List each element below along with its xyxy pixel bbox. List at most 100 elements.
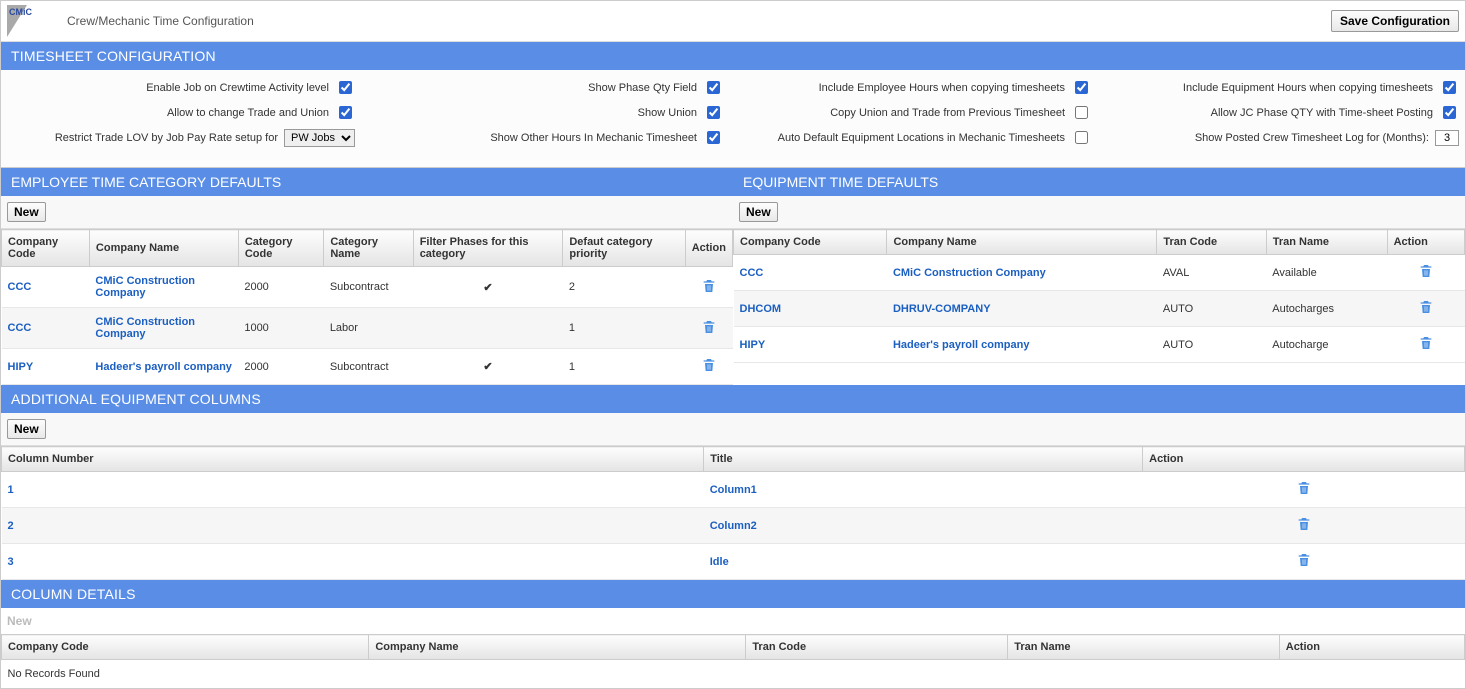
timesheet-config-panel: Enable Job on Crewtime Activity level Sh… <box>1 70 1465 168</box>
company-code-link[interactable]: CCC <box>8 322 32 334</box>
input-show-posted-log-months[interactable] <box>1435 130 1459 146</box>
checkbox-show-other-hours[interactable] <box>707 131 720 144</box>
tran-name-cell: Autocharges <box>1266 291 1387 327</box>
trash-icon[interactable] <box>1418 335 1434 354</box>
label-show-union: Show Union <box>638 107 697 119</box>
category-code-cell: 1000 <box>238 308 323 349</box>
trash-icon[interactable] <box>1296 552 1312 571</box>
priority-cell: 1 <box>563 308 685 349</box>
company-name-link[interactable]: Hadeer's payroll company <box>95 361 232 373</box>
col-category-code[interactable]: Category Code <box>238 230 323 267</box>
col-column-title[interactable]: Title <box>704 447 1143 472</box>
priority-cell: 1 <box>563 349 685 385</box>
tran-code-cell: AUTO <box>1157 327 1266 363</box>
trash-icon[interactable] <box>1296 516 1312 535</box>
category-name-cell: Subcontract <box>324 267 413 308</box>
checkbox-include-eq-hours[interactable] <box>1443 81 1456 94</box>
checkbox-allow-change-trade[interactable] <box>339 106 352 119</box>
category-code-cell: 2000 <box>238 267 323 308</box>
col-category-name[interactable]: Category Name <box>324 230 413 267</box>
tran-name-cell: Available <box>1266 255 1387 291</box>
label-enable-job-activity: Enable Job on Crewtime Activity level <box>146 82 329 94</box>
company-code-link[interactable]: HIPY <box>740 339 766 351</box>
col-company-code[interactable]: Company Code <box>2 230 90 267</box>
section-equipment-defaults: EQUIPMENT TIME DEFAULTS <box>733 168 1465 196</box>
label-auto-default-eq-loc: Auto Default Equipment Locations in Mech… <box>778 132 1065 144</box>
col-cd-tran-name[interactable]: Tran Name <box>1008 635 1280 660</box>
column-number-link[interactable]: 1 <box>8 484 14 496</box>
column-title-link[interactable]: Column1 <box>710 484 757 496</box>
company-name-link[interactable]: CMiC Construction Company <box>95 316 195 340</box>
col-cd-company-name[interactable]: Company Name <box>369 635 746 660</box>
col-eq-action[interactable]: Action <box>1387 230 1464 255</box>
table-row: 3 Idle <box>2 544 1465 580</box>
trash-icon[interactable] <box>701 278 717 297</box>
col-cd-company-code[interactable]: Company Code <box>2 635 369 660</box>
checkbox-include-emp-hours[interactable] <box>1075 81 1088 94</box>
tran-code-cell: AVAL <box>1157 255 1266 291</box>
company-name-link[interactable]: DHRUV-COMPANY <box>893 303 991 315</box>
label-include-emp-hours: Include Employee Hours when copying time… <box>819 82 1065 94</box>
col-cd-tran-code[interactable]: Tran Code <box>746 635 1008 660</box>
checkbox-show-phase-qty[interactable] <box>707 81 720 94</box>
col-column-action[interactable]: Action <box>1143 447 1465 472</box>
new-employee-default-button[interactable]: New <box>7 202 46 222</box>
split-header: EMPLOYEE TIME CATEGORY DEFAULTS EQUIPMEN… <box>1 168 1465 196</box>
company-code-link[interactable]: CCC <box>8 281 32 293</box>
section-column-details: COLUMN DETAILS <box>1 580 1465 608</box>
column-number-link[interactable]: 2 <box>8 520 14 532</box>
col-filter-phases[interactable]: Filter Phases for this category <box>413 230 563 267</box>
column-details-table: Company Code Company Name Tran Code Tran… <box>1 634 1465 688</box>
trash-icon[interactable] <box>1418 263 1434 282</box>
column-title-link[interactable]: Idle <box>710 556 729 568</box>
equipment-defaults-table: Company Code Company Name Tran Code Tran… <box>733 229 1465 363</box>
col-tran-name[interactable]: Tran Name <box>1266 230 1387 255</box>
check-icon <box>483 282 492 294</box>
company-code-link[interactable]: CCC <box>740 267 764 279</box>
filter-phases-cell <box>413 267 563 308</box>
section-additional-equipment: ADDITIONAL EQUIPMENT COLUMNS <box>1 385 1465 413</box>
new-equipment-default-button[interactable]: New <box>739 202 778 222</box>
checkbox-auto-default-eq-loc[interactable] <box>1075 131 1088 144</box>
save-configuration-button[interactable]: Save Configuration <box>1331 10 1459 32</box>
col-action[interactable]: Action <box>685 230 732 267</box>
trash-icon[interactable] <box>1296 480 1312 499</box>
table-row: 2 Column2 <box>2 508 1465 544</box>
section-employee-defaults: EMPLOYEE TIME CATEGORY DEFAULTS <box>1 168 733 196</box>
category-name-cell: Labor <box>324 308 413 349</box>
col-eq-company-code[interactable]: Company Code <box>734 230 887 255</box>
col-default-priority[interactable]: Defaut category priority <box>563 230 685 267</box>
checkbox-allow-jc-phase[interactable] <box>1443 106 1456 119</box>
page-title: Crew/Mechanic Time Configuration <box>67 14 254 28</box>
additional-columns-table: Column Number Title Action 1 Column1 2 Colu… <box>1 446 1465 580</box>
label-allow-change-trade: Allow to change Trade and Union <box>167 107 329 119</box>
checkbox-copy-union-trade[interactable] <box>1075 106 1088 119</box>
company-code-link[interactable]: DHCOM <box>740 303 782 315</box>
col-tran-code[interactable]: Tran Code <box>1157 230 1266 255</box>
checkbox-enable-job-activity[interactable] <box>339 81 352 94</box>
company-code-link[interactable]: HIPY <box>8 361 34 373</box>
table-row: CCC CMiC Construction Company 1000Labor 1 <box>2 308 733 349</box>
column-title-link[interactable]: Column2 <box>710 520 757 532</box>
top-bar: CMiC Crew/Mechanic Time Configuration Sa… <box>1 1 1465 42</box>
company-name-link[interactable]: Hadeer's payroll company <box>893 339 1030 351</box>
trash-icon[interactable] <box>701 319 717 338</box>
column-number-link[interactable]: 3 <box>8 556 14 568</box>
trash-icon[interactable] <box>701 357 717 376</box>
company-name-link[interactable]: CMiC Construction Company <box>893 267 1046 279</box>
category-code-cell: 2000 <box>238 349 323 385</box>
col-company-name[interactable]: Company Name <box>89 230 238 267</box>
col-column-number[interactable]: Column Number <box>2 447 704 472</box>
trash-icon[interactable] <box>1418 299 1434 318</box>
label-restrict-trade-lov: Restrict Trade LOV by Job Pay Rate setup… <box>55 132 278 144</box>
col-eq-company-name[interactable]: Company Name <box>887 230 1157 255</box>
select-restrict-trade-lov[interactable]: PW Jobs <box>284 129 355 147</box>
priority-cell: 2 <box>563 267 685 308</box>
new-additional-column-button[interactable]: New <box>7 419 46 439</box>
company-name-link[interactable]: CMiC Construction Company <box>95 275 195 299</box>
checkbox-show-union[interactable] <box>707 106 720 119</box>
filter-phases-cell <box>413 349 563 385</box>
brand-logo: CMiC <box>7 5 61 37</box>
category-name-cell: Subcontract <box>324 349 413 385</box>
col-cd-action[interactable]: Action <box>1279 635 1464 660</box>
